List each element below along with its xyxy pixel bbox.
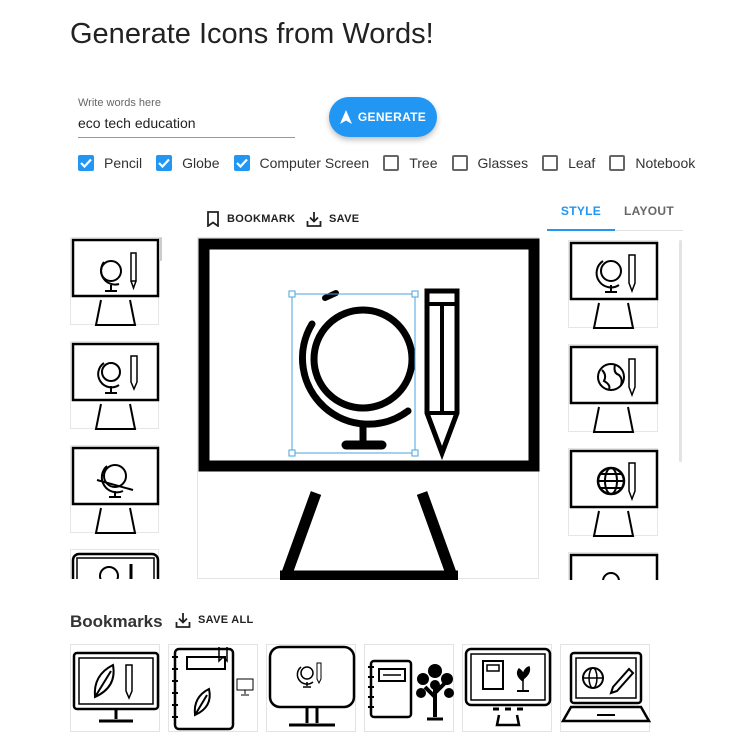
checkbox-leaf[interactable]: Leaf: [542, 155, 595, 171]
download-icon: [306, 212, 322, 227]
save-all-button[interactable]: SAVE ALL: [175, 612, 254, 628]
style-thumbnail[interactable]: [568, 552, 659, 580]
monitor-globe-pencil-icon: [569, 241, 659, 329]
checkbox-globe[interactable]: Globe: [156, 155, 220, 171]
save-button[interactable]: SAVE: [306, 211, 359, 227]
check-icon: [78, 155, 94, 171]
style-thumbnail[interactable]: [568, 240, 659, 329]
page-title: Generate Icons from Words!: [70, 18, 434, 50]
monitor-notebook-plant-icon: [464, 647, 552, 727]
tab-layout[interactable]: LAYOUT: [615, 201, 683, 231]
words-input-label: Write words here: [78, 97, 161, 109]
monitor-globe-pencil-icon: [71, 342, 160, 430]
bookmark-item[interactable]: [364, 644, 454, 732]
generate-button[interactable]: GENERATE: [329, 97, 437, 137]
bookmark-item[interactable]: [462, 644, 552, 732]
monitor-globe-pencil-icon: [71, 552, 160, 579]
bookmark-item[interactable]: [70, 644, 160, 732]
monitor-globe-pencil-icon: [71, 446, 160, 534]
bookmark-item[interactable]: [266, 644, 356, 732]
right-style-list: [568, 240, 686, 580]
icon-preview-canvas[interactable]: [197, 237, 540, 582]
bookmark-item[interactable]: [560, 644, 652, 732]
bookmark-icon: [207, 211, 219, 227]
left-scrollbar[interactable]: [159, 237, 162, 261]
notebook-tree-icon: [368, 659, 454, 721]
words-input[interactable]: [78, 115, 293, 131]
check-icon: [233, 155, 250, 171]
variant-thumbnail[interactable]: [70, 549, 160, 579]
notebook-leaf-monitor-icon: [172, 647, 254, 731]
bookmark-button[interactable]: BOOKMARK: [206, 211, 295, 227]
monitor-globe-grid-pencil-icon: [569, 449, 659, 537]
checkbox-glasses[interactable]: Glasses: [451, 155, 528, 171]
checkbox-tree[interactable]: Tree: [383, 155, 438, 171]
style-thumbnail[interactable]: [568, 448, 659, 537]
style-thumbnail[interactable]: [568, 344, 659, 433]
variant-thumbnail[interactable]: [70, 445, 160, 534]
bookmark-item[interactable]: [168, 644, 258, 732]
checkbox-notebook[interactable]: Notebook: [609, 155, 695, 171]
variant-thumbnail[interactable]: [70, 237, 160, 326]
monitor-globe-pencil-icon: [71, 238, 160, 326]
navigation-arrow-icon: [339, 110, 352, 124]
checkbox-pencil[interactable]: Pencil: [78, 155, 142, 171]
left-variant-list: [70, 237, 162, 579]
tab-style[interactable]: STYLE: [547, 201, 615, 231]
checkbox-computer-screen[interactable]: Computer Screen: [233, 155, 369, 171]
laptop-globe-pencil-icon: [560, 651, 652, 723]
download-icon: [175, 613, 191, 628]
monitor-leaf-pencil-icon: [72, 651, 160, 723]
variant-thumbnail[interactable]: [70, 341, 160, 430]
word-checkbox-list: Pencil Globe Computer Screen Tree Glasse…: [78, 153, 709, 173]
monitor-globe-pencil-icon: [268, 645, 356, 727]
words-input-field[interactable]: Write words here: [78, 95, 295, 138]
monitor-earth-pencil-icon: [569, 345, 659, 433]
right-scrollbar[interactable]: [679, 240, 682, 462]
generate-button-label: GENERATE: [357, 110, 427, 124]
check-icon: [156, 155, 173, 171]
monitor-globe-pencil-icon: [198, 238, 540, 582]
bookmark-list: [70, 644, 690, 734]
bookmarks-heading: Bookmarks: [70, 612, 163, 631]
monitor-globe-pencil-icon: [569, 553, 659, 580]
